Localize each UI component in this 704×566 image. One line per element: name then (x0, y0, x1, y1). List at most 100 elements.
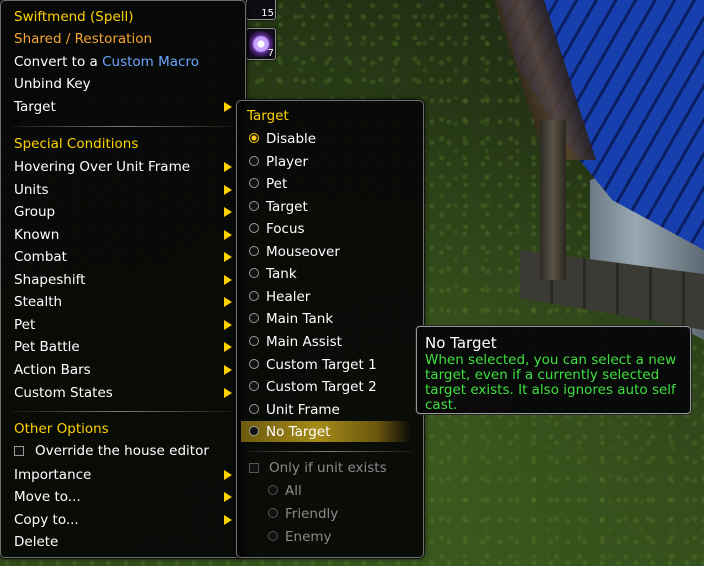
target-submenu: Target Disable Player Pet Target Focus Mouseo… (236, 100, 424, 558)
main-context-menu: Swiftmend (Spell) Shared / Restoration C… (0, 0, 246, 558)
radio-button-icon (249, 358, 259, 369)
special-item-shapeshift[interactable]: Shapeshift (14, 269, 239, 291)
checkbox-icon[interactable] (249, 463, 259, 473)
radio-button-icon (249, 268, 259, 279)
submenu-arrow-icon (224, 319, 232, 330)
target-submenu-header: Target (247, 108, 289, 124)
target-option-label: Main Tank (266, 311, 334, 328)
unbind-key-item[interactable]: Unbind Key (14, 73, 91, 95)
house-model (494, 0, 704, 566)
submenu-arrow-icon (224, 387, 232, 398)
checkbox-icon[interactable] (14, 446, 24, 456)
target-option-disable[interactable]: Disable (249, 128, 316, 150)
special-item-combat[interactable]: Combat (14, 246, 239, 268)
radio-button-icon (249, 245, 259, 256)
target-option-main-assist[interactable]: Main Assist (249, 331, 342, 353)
target-item-label: Target (14, 99, 56, 115)
copy-to-submenu-item[interactable]: Copy to... (14, 509, 239, 531)
submenu-arrow-icon (224, 364, 232, 375)
tooltip-body: When selected, you can select a new targ… (425, 352, 677, 413)
target-submenu-item[interactable]: Target (14, 96, 239, 118)
menu-divider (11, 411, 233, 412)
target-option-label: Mouseover (266, 243, 340, 260)
convert-to-macro-item[interactable]: Convert to a Custom Macro (14, 51, 199, 73)
convert-prefix: Convert to a (14, 54, 103, 70)
submenu-arrow-icon (224, 274, 232, 285)
move-to-label: Move to... (14, 489, 81, 505)
special-item-label: Custom States (14, 384, 113, 401)
special-item-custom-states[interactable]: Custom States (14, 382, 239, 404)
target-option-target[interactable]: Target (249, 196, 308, 218)
radio-button-icon (249, 155, 259, 166)
target-option-label: Focus (266, 221, 305, 238)
radio-button-icon (249, 313, 259, 324)
action-button-1[interactable]: 15 (246, 0, 276, 20)
unit-filter-friendly[interactable]: Friendly (268, 503, 338, 525)
target-option-player[interactable]: Player (249, 151, 308, 173)
radio-button-icon (268, 531, 278, 541)
radio-button-icon (249, 426, 259, 437)
special-item-group[interactable]: Group (14, 201, 239, 223)
special-item-label: Hovering Over Unit Frame (14, 159, 191, 175)
special-item-pet[interactable]: Pet (14, 314, 239, 336)
action-button-count: 15 (261, 8, 274, 19)
submenu-arrow-icon (224, 297, 232, 308)
menu-divider (11, 126, 233, 127)
tooltip-title: No Target (425, 334, 497, 352)
special-item-pet-battle[interactable]: Pet Battle (14, 336, 239, 358)
submenu-arrow-icon (224, 102, 232, 112)
submenu-arrow-icon (224, 184, 232, 195)
override-house-editor-item[interactable]: Override the house editor (14, 440, 209, 462)
submenu-arrow-icon (224, 252, 232, 263)
target-option-unit-frame[interactable]: Unit Frame (249, 399, 340, 421)
action-button-count: 7 (267, 48, 274, 59)
target-option-label: Pet (266, 176, 288, 193)
target-option-no-target[interactable]: No Target (249, 421, 330, 443)
move-to-submenu-item[interactable]: Move to... (14, 486, 239, 508)
special-item-units[interactable]: Units (14, 179, 239, 201)
target-option-mouseover[interactable]: Mouseover (249, 241, 340, 263)
target-option-label: Tank (266, 266, 297, 283)
submenu-arrow-icon (224, 492, 232, 502)
unit-filter-all[interactable]: All (268, 480, 302, 502)
importance-submenu-item[interactable]: Importance (14, 464, 239, 486)
target-option-label: Disable (266, 131, 317, 147)
unit-filter-label: Friendly (285, 506, 339, 522)
submenu-arrow-icon (224, 515, 232, 525)
only-if-unit-exists-item[interactable]: Only if unit exists (249, 457, 387, 479)
target-option-custom-target-2[interactable]: Custom Target 2 (249, 376, 377, 398)
special-item-stealth[interactable]: Stealth (14, 291, 239, 313)
radio-button-icon (249, 290, 259, 301)
target-option-label: Custom Target 1 (266, 356, 377, 373)
radio-button-icon (249, 381, 259, 392)
override-label: Override the house editor (35, 443, 209, 459)
submenu-arrow-icon (224, 207, 232, 218)
special-item-hovering-over-unit-frame[interactable]: Hovering Over Unit Frame (14, 156, 239, 178)
unit-filter-enemy[interactable]: Enemy (268, 526, 332, 548)
menu-subheader-spec: Shared / Restoration (14, 31, 153, 47)
only-if-exists-label: Only if unit exists (269, 460, 387, 476)
special-item-label: Stealth (14, 294, 63, 311)
target-option-tank[interactable]: Tank (249, 263, 297, 285)
target-option-custom-target-1[interactable]: Custom Target 1 (249, 354, 377, 376)
target-option-pet[interactable]: Pet (249, 173, 287, 195)
unit-filter-label: All (285, 483, 302, 499)
target-option-label: Main Assist (266, 333, 342, 350)
custom-macro-link: Custom Macro (102, 54, 199, 70)
special-item-label: Units (14, 181, 49, 198)
copy-to-label: Copy to... (14, 512, 79, 528)
special-item-label: Action Bars (14, 361, 91, 378)
delete-item[interactable]: Delete (14, 531, 58, 553)
target-option-focus[interactable]: Focus (249, 218, 305, 240)
special-item-label: Group (14, 204, 56, 221)
radio-button-icon (268, 485, 278, 495)
special-item-label: Shapeshift (14, 271, 86, 288)
radio-button-icon (249, 403, 259, 414)
special-item-known[interactable]: Known (14, 224, 239, 246)
special-item-label: Combat (14, 249, 67, 266)
action-button-2[interactable]: 7 (246, 28, 276, 60)
target-option-healer[interactable]: Healer (249, 286, 310, 308)
special-item-action-bars[interactable]: Action Bars (14, 359, 239, 381)
submenu-arrow-icon (224, 162, 232, 172)
target-option-main-tank[interactable]: Main Tank (249, 308, 333, 330)
